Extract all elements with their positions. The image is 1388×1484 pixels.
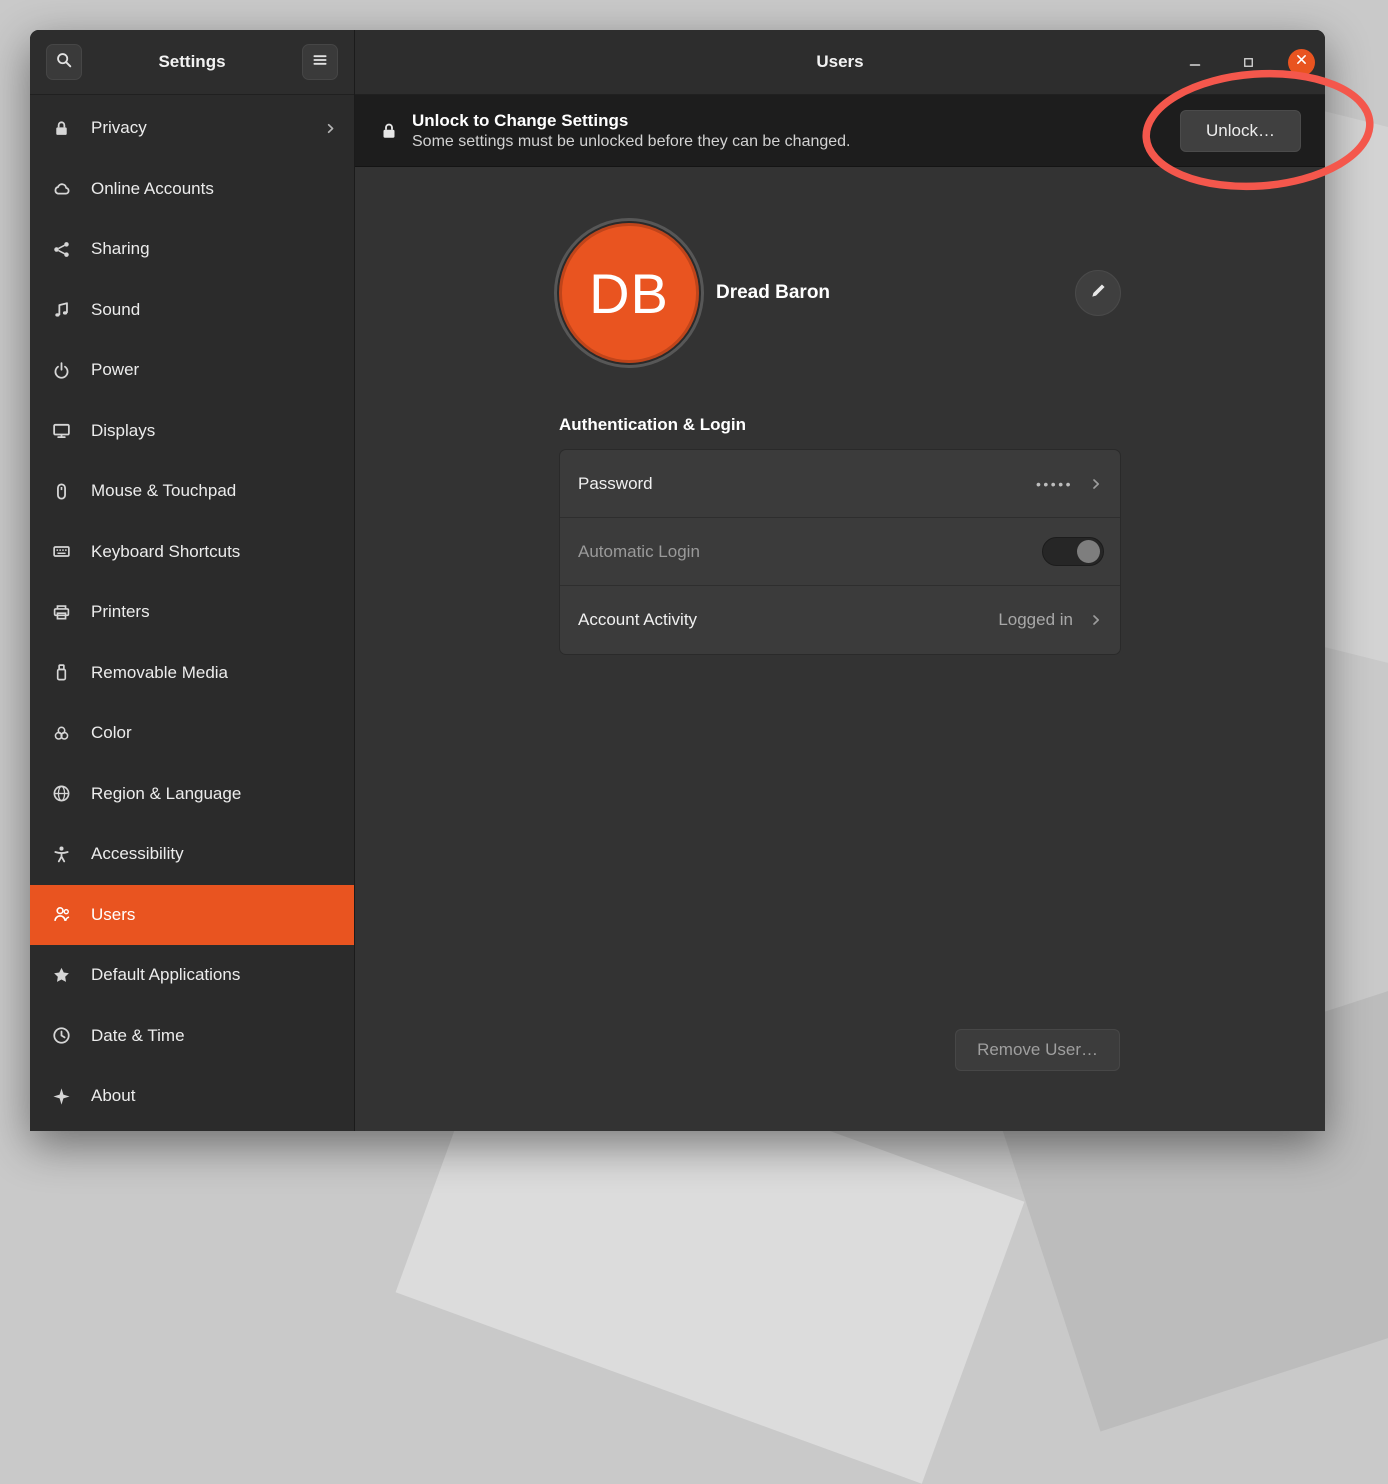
password-right: •••••	[1036, 476, 1104, 492]
sparkle-icon	[52, 1087, 71, 1106]
password-value: •••••	[1036, 476, 1073, 492]
titlebar: Users	[355, 30, 1325, 95]
sidebar-item-color[interactable]: Color	[30, 703, 354, 764]
password-label: Password	[578, 474, 653, 494]
account-activity-label: Account Activity	[578, 610, 697, 630]
primary-menu-button[interactable]	[302, 44, 338, 80]
edit-name-button[interactable]	[1075, 270, 1121, 316]
chevron-right-icon	[1088, 476, 1104, 492]
user-name: Dread Baron	[716, 282, 830, 304]
sidebar-item-date-time[interactable]: Date & Time	[30, 1006, 354, 1067]
sidebar-item-default-applications[interactable]: Default Applications	[30, 945, 354, 1006]
lock-icon	[379, 121, 399, 141]
printer-icon	[52, 603, 71, 622]
infobar-title: Unlock to Change Settings	[412, 111, 851, 131]
infobar-text: Unlock to Change Settings Some settings …	[412, 111, 851, 151]
cloud-icon	[52, 179, 71, 198]
sidebar-item-online-accounts[interactable]: Online Accounts	[30, 159, 354, 220]
window-controls	[1182, 30, 1315, 94]
automatic-login-toggle[interactable]	[1042, 537, 1104, 566]
account-activity-right: Logged in	[998, 610, 1104, 630]
globe-icon	[52, 784, 71, 803]
hamburger-menu-icon	[311, 51, 329, 74]
star-icon	[52, 966, 71, 985]
auth-section-heading: Authentication & Login	[559, 415, 1121, 435]
search-button[interactable]	[46, 44, 82, 80]
power-icon	[52, 361, 71, 380]
auth-settings-group: Password ••••• Automatic Login	[559, 449, 1121, 655]
toggle-knob	[1077, 540, 1100, 563]
minimize-button[interactable]	[1182, 49, 1208, 75]
sidebar-item-label: Sharing	[91, 239, 150, 259]
pencil-icon	[1089, 281, 1108, 305]
sidebar-item-accessibility[interactable]: Accessibility	[30, 824, 354, 885]
remove-user-button[interactable]: Remove User…	[955, 1029, 1120, 1071]
search-icon	[55, 51, 73, 74]
share-nodes-icon	[52, 240, 71, 259]
content-column: DB Dread Baron Authentication & Login Pa…	[559, 167, 1121, 1131]
keyboard-icon	[52, 542, 71, 561]
account-activity-value: Logged in	[998, 610, 1073, 630]
automatic-login-row: Automatic Login	[560, 518, 1120, 586]
sidebar-item-printers[interactable]: Printers	[30, 582, 354, 643]
sidebar-title: Settings	[158, 52, 225, 72]
settings-window: Settings Privacy Onl	[30, 30, 1325, 1131]
sidebar-item-label: Mouse & Touchpad	[91, 481, 236, 501]
unlock-button[interactable]: Unlock…	[1180, 110, 1301, 152]
sidebar-list: Privacy Online Accounts Sharing	[30, 95, 354, 1131]
sidebar-item-label: About	[91, 1086, 135, 1106]
sidebar-item-label: Displays	[91, 421, 155, 441]
mouse-icon	[52, 482, 71, 501]
accessibility-person-icon	[52, 845, 71, 864]
sidebar-item-label: Date & Time	[91, 1026, 185, 1046]
sidebar-item-label: Users	[91, 905, 135, 925]
sidebar-item-privacy[interactable]: Privacy	[30, 98, 354, 159]
password-row[interactable]: Password •••••	[560, 450, 1120, 518]
users-icon	[52, 905, 71, 924]
infobar-subtitle: Some settings must be unlocked before th…	[412, 133, 851, 151]
sidebar-item-removable-media[interactable]: Removable Media	[30, 643, 354, 704]
sidebar-item-displays[interactable]: Displays	[30, 401, 354, 462]
sidebar-header: Settings	[30, 30, 354, 95]
sidebar-item-label: Privacy	[91, 118, 147, 138]
clock-icon	[52, 1026, 71, 1045]
sidebar-item-sharing[interactable]: Sharing	[30, 219, 354, 280]
sidebar-item-label: Printers	[91, 602, 150, 622]
sidebar-item-sound[interactable]: Sound	[30, 280, 354, 341]
close-button[interactable]	[1288, 49, 1315, 76]
sidebar-item-label: Color	[91, 723, 132, 743]
sidebar-item-label: Accessibility	[91, 844, 184, 864]
sidebar-item-region-language[interactable]: Region & Language	[30, 764, 354, 825]
automatic-login-label: Automatic Login	[578, 542, 700, 562]
sidebar-item-about[interactable]: About	[30, 1066, 354, 1127]
sidebar-item-label: Power	[91, 360, 139, 380]
sidebar-item-label: Removable Media	[91, 663, 228, 683]
user-identity-row: DB Dread Baron	[559, 223, 1121, 363]
main-panel: Users Unlock to Change Set	[355, 30, 1325, 1131]
sidebar-item-label: Keyboard Shortcuts	[91, 542, 240, 562]
unlock-infobar: Unlock to Change Settings Some settings …	[355, 95, 1325, 167]
close-icon	[1295, 53, 1308, 71]
maximize-button[interactable]	[1235, 49, 1261, 75]
account-activity-row[interactable]: Account Activity Logged in	[560, 586, 1120, 654]
sidebar-item-label: Sound	[91, 300, 140, 320]
lock-icon	[52, 119, 71, 138]
usb-drive-icon	[52, 663, 71, 682]
sidebar-item-label: Online Accounts	[91, 179, 214, 199]
chevron-right-icon	[323, 121, 338, 136]
chevron-right-icon	[1088, 612, 1104, 628]
users-content: DB Dread Baron Authentication & Login Pa…	[355, 167, 1325, 1131]
page-title: Users	[816, 52, 863, 72]
sidebar-item-mouse-touchpad[interactable]: Mouse & Touchpad	[30, 461, 354, 522]
user-avatar: DB	[559, 223, 699, 363]
sidebar-item-label: Default Applications	[91, 965, 240, 985]
color-circles-icon	[52, 724, 71, 743]
sidebar-item-label: Region & Language	[91, 784, 241, 804]
sidebar-item-power[interactable]: Power	[30, 340, 354, 401]
sidebar-item-users[interactable]: Users	[30, 885, 354, 946]
sidebar: Settings Privacy Onl	[30, 30, 355, 1131]
monitor-icon	[52, 421, 71, 440]
music-note-icon	[52, 300, 71, 319]
sidebar-item-keyboard-shortcuts[interactable]: Keyboard Shortcuts	[30, 522, 354, 583]
